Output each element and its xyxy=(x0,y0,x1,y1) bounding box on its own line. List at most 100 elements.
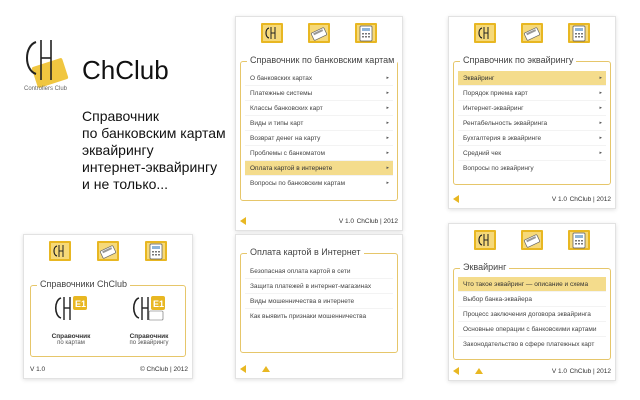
card-terminal-icon[interactable] xyxy=(354,21,378,45)
tagline-line: Справочник xyxy=(82,108,159,124)
menu-item-active[interactable]: Что такое эквайринг — описание и схема xyxy=(458,277,606,292)
menu-item[interactable]: Платежные системы ▸ xyxy=(245,86,393,101)
arrow-right-icon: ▸ xyxy=(386,90,389,96)
copyright-label: ChClub | 2012 xyxy=(569,368,611,375)
brand-title: ChClub xyxy=(82,55,169,85)
menu-item[interactable]: Основные операции с банковскими картами xyxy=(458,322,606,337)
card-reader-icon[interactable] xyxy=(520,21,544,45)
menu-item-active[interactable]: Оплата картой в интернете ▸ xyxy=(245,161,393,176)
arrow-right-icon: ▸ xyxy=(386,75,389,81)
up-arrow-icon[interactable] xyxy=(262,366,270,372)
version-label: V 1.0 xyxy=(551,196,567,203)
logo-caption: Controllers Club xyxy=(24,86,68,92)
menu-item[interactable]: О банковских картах ▸ xyxy=(245,71,393,86)
chclub-home-icon[interactable] xyxy=(48,239,72,263)
menu-item-active[interactable]: Эквайринг ▸ xyxy=(458,71,606,86)
panel-toolbar xyxy=(449,228,615,252)
panel-footer: V 1.0 ChClub | 2012 xyxy=(449,192,615,208)
cards-menu-section: Справочник по банковским картам О банков… xyxy=(240,55,398,201)
chclub-logo: Controllers Club xyxy=(20,36,76,98)
svg-text:E1: E1 xyxy=(75,299,86,309)
menu-item[interactable]: Рентабельность эквайринга ▸ xyxy=(458,116,606,131)
copyright-label: ChClub | 2012 xyxy=(569,196,611,203)
arrow-right-icon: ▸ xyxy=(386,135,389,141)
book-subtitle: по эквайрингу xyxy=(129,340,169,346)
back-arrow-icon[interactable] xyxy=(453,367,459,375)
panel-toolbar xyxy=(236,21,402,45)
card-terminal-icon[interactable] xyxy=(144,239,168,263)
menu-item[interactable]: Средний чек ▸ xyxy=(458,146,606,161)
arrow-right-icon: ▸ xyxy=(599,120,602,126)
book-acquiring[interactable]: E1 Справочник по эквайрингу xyxy=(117,294,181,346)
arrow-right-icon: ▸ xyxy=(386,105,389,111)
arrow-right-icon: ▸ xyxy=(599,75,602,81)
book-subtitle: по картам xyxy=(57,340,85,346)
up-arrow-icon[interactable] xyxy=(475,368,483,374)
menu-item[interactable]: Безопасная оплата картой в сети xyxy=(245,264,393,279)
menu-item[interactable]: Вопросы по банковским картам ▸ xyxy=(245,176,393,191)
card-reader-icon[interactable] xyxy=(520,228,544,252)
menu-item[interactable]: Возврат денег на карту ▸ xyxy=(245,131,393,146)
panel-footer: V 1.0 ChClub | 2012 xyxy=(449,364,615,380)
acquiring-detail-panel: Эквайринг Что такое эквайринг — описание… xyxy=(448,223,616,381)
card-terminal-icon[interactable] xyxy=(567,228,591,252)
menu-item[interactable]: Как выявить признаки мошенничества xyxy=(245,309,393,324)
menu-item[interactable]: Вопросы по эквайрингу xyxy=(458,161,606,176)
chclub-home-icon[interactable] xyxy=(473,228,497,252)
menu-item[interactable]: Проблемы с банкоматом ▸ xyxy=(245,146,393,161)
card-terminal-icon[interactable] xyxy=(567,21,591,45)
acquiring-directory-panel: Справочник по эквайрингу Эквайринг ▸ Поря… xyxy=(448,16,616,209)
arrow-right-icon: ▸ xyxy=(386,120,389,126)
panel-footer xyxy=(236,362,402,378)
menu-item[interactable]: Виды и типы карт ▸ xyxy=(245,116,393,131)
card-reader-icon[interactable] xyxy=(96,239,120,263)
directories-section: Справочники ChClub E1 Справочник по карт… xyxy=(30,279,186,357)
menu-item[interactable]: Законодательство в сфере платежных карт xyxy=(458,337,606,352)
arrow-right-icon: ▸ xyxy=(599,150,602,156)
menu-item[interactable]: Классы банковских карт ▸ xyxy=(245,101,393,116)
arrow-right-icon: ▸ xyxy=(599,90,602,96)
tagline-line: по банковским картам xyxy=(82,125,226,141)
acquiring-detail-section: Эквайринг Что такое эквайринг — описание… xyxy=(453,262,611,360)
version-label: V 1.0 xyxy=(338,218,354,225)
tagline-line: эквайрингу xyxy=(82,142,154,158)
version-label: V 1.0 xyxy=(30,366,46,373)
book-name: Справочник xyxy=(51,333,91,340)
back-arrow-icon[interactable] xyxy=(240,365,246,373)
menu-item[interactable]: Выбор банка-эквайера xyxy=(458,292,606,307)
panel-footer: V 1.0 © ChClub | 2012 xyxy=(24,362,192,378)
section-title: Оплата картой в Интернет xyxy=(247,247,364,257)
tagline-line: интернет-эквайрингу xyxy=(82,159,218,175)
panel-footer: V 1.0 ChClub | 2012 xyxy=(236,214,402,230)
back-arrow-icon[interactable] xyxy=(240,217,246,225)
arrow-right-icon: ▸ xyxy=(599,105,602,111)
arrow-right-icon: ▸ xyxy=(386,180,389,186)
menu-item[interactable]: Виды мошенничества в интернете xyxy=(245,294,393,309)
arrow-right-icon: ▸ xyxy=(386,165,389,171)
acquiring-book-icon: E1 xyxy=(132,296,165,321)
panel-toolbar xyxy=(24,239,192,263)
section-title: Справочник по банковским картам xyxy=(247,55,398,65)
menu-item[interactable]: Процесс заключения договора эквайринга xyxy=(458,307,606,322)
internet-payment-panel: Оплата картой в Интернет Безопасная опла… xyxy=(235,234,403,379)
arrow-right-icon: ▸ xyxy=(599,135,602,141)
section-title: Справочник по эквайрингу xyxy=(460,55,577,65)
back-arrow-icon[interactable] xyxy=(453,195,459,203)
acquiring-menu-section: Справочник по эквайрингу Эквайринг ▸ Поря… xyxy=(453,55,611,185)
book-name: Справочник xyxy=(129,333,169,340)
menu-item[interactable]: Порядок приема карт ▸ xyxy=(458,86,606,101)
menu-item[interactable]: Защита платежей в интернет-магазинах xyxy=(245,279,393,294)
cards-directory-panel: Справочник по банковским картам О банков… xyxy=(235,16,403,231)
book-cards[interactable]: E1 Справочник по картам xyxy=(41,294,101,346)
chclub-home-icon[interactable] xyxy=(473,21,497,45)
copyright-label: ChClub | 2012 xyxy=(356,218,398,225)
version-label: V 1.0 xyxy=(551,368,567,375)
menu-item[interactable]: Интернет-эквайринг ▸ xyxy=(458,101,606,116)
menu-item[interactable]: Бухгалтерия в эквайринге ▸ xyxy=(458,131,606,146)
chclub-home-icon[interactable] xyxy=(260,21,284,45)
panel-toolbar xyxy=(449,21,615,45)
card-reader-icon[interactable] xyxy=(307,21,331,45)
arrow-right-icon: ▸ xyxy=(386,150,389,156)
section-title: Справочники ChClub xyxy=(37,279,131,289)
section-title: Эквайринг xyxy=(460,262,510,272)
